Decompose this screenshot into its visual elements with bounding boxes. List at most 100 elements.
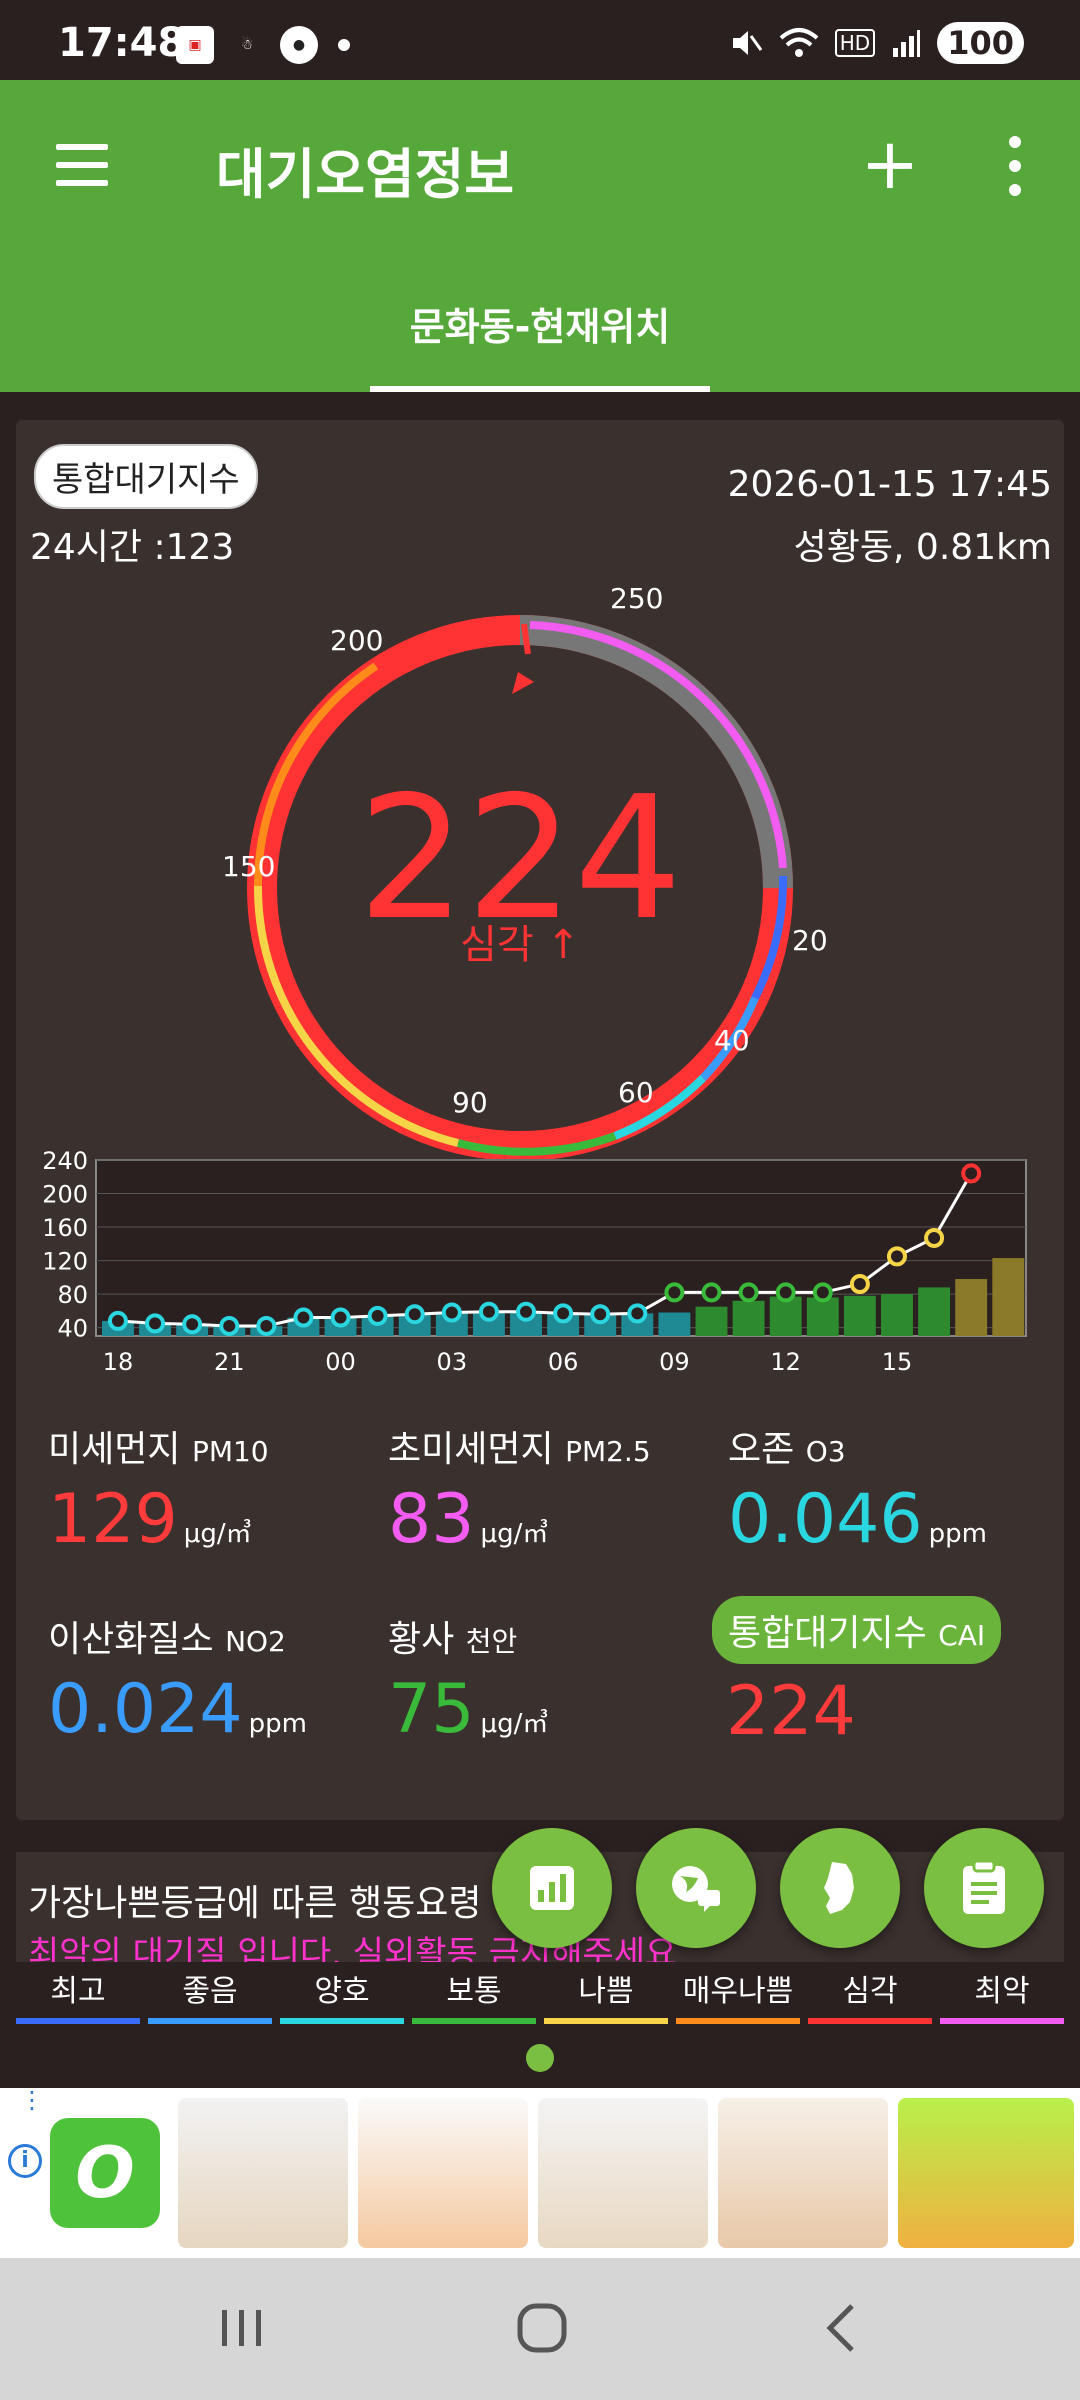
legend-item: 양호	[280, 1966, 404, 2026]
more-options-button[interactable]	[1000, 136, 1030, 196]
stats-fab[interactable]	[492, 1828, 612, 1948]
menu-icon-line	[56, 180, 108, 186]
chart-point	[590, 1304, 611, 1325]
chart-point	[775, 1282, 796, 1303]
o3-unit: ppm	[928, 1519, 988, 1549]
o3-item[interactable]: 오존 O3 0.046 ppm	[728, 1420, 987, 1559]
status-time: 17:48	[58, 20, 186, 66]
clipboard-fab[interactable]	[924, 1828, 1044, 1948]
measurement-datetime: 2026-01-15 17:45	[727, 464, 1052, 505]
cai-item-value: 224	[726, 1672, 856, 1751]
cai-label-pill[interactable]: 통합대기지수	[34, 444, 258, 509]
app-bar: 대기오염정보 + 문화동-현재위치	[0, 80, 1080, 392]
chart-bar	[992, 1258, 1025, 1336]
tab-current-location[interactable]: 문화동-현재위치	[370, 296, 710, 351]
mute-icon	[732, 31, 762, 55]
chart-point	[478, 1301, 499, 1322]
o3-value: 0.046	[728, 1480, 923, 1559]
gauge-tick: 150	[222, 850, 276, 883]
status-bar: 17:48 ▣ ☃ ● HD 100	[0, 0, 1080, 80]
chart-bar	[955, 1279, 988, 1336]
more-notifications-icon	[338, 39, 350, 51]
no2-sub: NO2	[225, 1625, 286, 1658]
legend-label: 나쁨	[578, 1974, 634, 2009]
app-title: 대기오염정보	[216, 143, 515, 206]
o3-name: 오존	[728, 1429, 795, 1470]
chart-point	[293, 1307, 314, 1328]
no2-value: 0.024	[48, 1670, 243, 1749]
ad-menu-icon[interactable]: ⋮	[20, 2088, 44, 2112]
ad-product-image[interactable]	[538, 2098, 708, 2248]
chart-bar	[695, 1306, 728, 1336]
ad-brand-logo[interactable]: O	[50, 2118, 160, 2228]
home-button[interactable]	[512, 2298, 572, 2358]
pm10-sub: PM10	[191, 1435, 269, 1468]
chart-x-tick: 00	[325, 1348, 356, 1376]
pm10-value: 129	[48, 1480, 178, 1559]
menu-icon-line	[56, 162, 108, 168]
gauge-needle	[521, 623, 531, 655]
no2-item[interactable]: 이산화질소 NO2 0.024 ppm	[48, 1610, 307, 1749]
chart-point	[664, 1282, 685, 1303]
chart-bar	[769, 1296, 802, 1336]
ad-product-image[interactable]	[718, 2098, 888, 2248]
gauge-tick: 20	[792, 924, 828, 957]
ad-product-image[interactable]	[358, 2098, 528, 2248]
chart-point	[107, 1310, 128, 1331]
chart-point	[961, 1163, 982, 1184]
clipboard-icon	[963, 1859, 1005, 1914]
cai-grade: 심각 ↑	[460, 922, 580, 968]
chart-point	[849, 1274, 870, 1295]
ad-product-image[interactable]	[178, 2098, 348, 2248]
ad-product-image[interactable]	[898, 2098, 1074, 2248]
chart-point	[367, 1305, 388, 1326]
chart-bar	[918, 1287, 951, 1336]
wifi-icon	[779, 28, 819, 57]
grade-legend: 최고 좋음 양호 보통 나쁨 매우나쁨 심각 최악	[16, 1966, 1064, 2026]
chart-bar	[806, 1297, 839, 1336]
pm10-item[interactable]: 미세먼지 PM10 129 μg/㎥	[48, 1420, 269, 1559]
chart-point	[738, 1282, 759, 1303]
action-guide-title: 가장나쁜등급에 따른 행동요령	[28, 1883, 482, 1924]
chart-bar	[658, 1312, 691, 1336]
globe-chat-icon	[672, 1866, 720, 1912]
add-location-button[interactable]: +	[858, 129, 922, 199]
gauge-pointer	[512, 672, 534, 694]
station-distance: 성황동, 0.81km	[793, 527, 1052, 568]
cai-badge[interactable]: 통합대기지수 CAI	[712, 1596, 1002, 1664]
back-button[interactable]	[812, 2298, 872, 2358]
chart-point	[553, 1303, 574, 1324]
tab-indicator	[370, 386, 710, 392]
chart-point	[182, 1314, 203, 1335]
chart-y-tick: 200	[42, 1181, 88, 1209]
chart-x-tick: 21	[214, 1348, 245, 1376]
o3-sub: O3	[805, 1435, 846, 1468]
gauge-tick: 200	[330, 624, 384, 657]
legend-item: 보통	[412, 1966, 536, 2026]
chart-point	[256, 1315, 277, 1336]
korea-map-fab[interactable]	[780, 1828, 900, 1948]
ad-banner[interactable]: ⋮ i O	[0, 2088, 1080, 2258]
ad-info-icon[interactable]: i	[8, 2144, 42, 2178]
world-fab[interactable]	[636, 1828, 756, 1948]
hd-icon: HD	[834, 29, 876, 57]
chart-x-tick: 12	[770, 1348, 801, 1376]
recent-apps-button[interactable]	[212, 2298, 272, 2358]
chart-point	[812, 1282, 833, 1303]
cai-item[interactable]: 통합대기지수 CAI 224	[712, 1596, 1002, 1751]
notification-icons: ▣ ☃ ●	[176, 26, 350, 64]
pm25-item[interactable]: 초미세먼지 PM2.5 83 μg/㎥	[388, 1420, 651, 1559]
pm10-unit: μg/㎥	[183, 1519, 252, 1549]
chart-point	[886, 1246, 907, 1267]
air-quality-card: 통합대기지수 24시간 :123 2026-01-15 17:45 성황동, 0…	[16, 420, 1064, 1820]
chart-point	[924, 1227, 945, 1248]
system-icons: HD 100	[729, 22, 1024, 64]
legend-item: 매우나쁨	[676, 1966, 800, 2026]
chart-y-tick: 40	[57, 1315, 88, 1343]
dust-item[interactable]: 황사 천안 75 μg/㎥	[388, 1610, 548, 1749]
menu-button[interactable]	[52, 140, 116, 188]
bar-chart-icon	[530, 1866, 574, 1910]
cai-name: 통합대기지수	[728, 1613, 927, 1654]
legend-item: 나쁨	[544, 1966, 668, 2026]
chart-point	[219, 1315, 240, 1336]
